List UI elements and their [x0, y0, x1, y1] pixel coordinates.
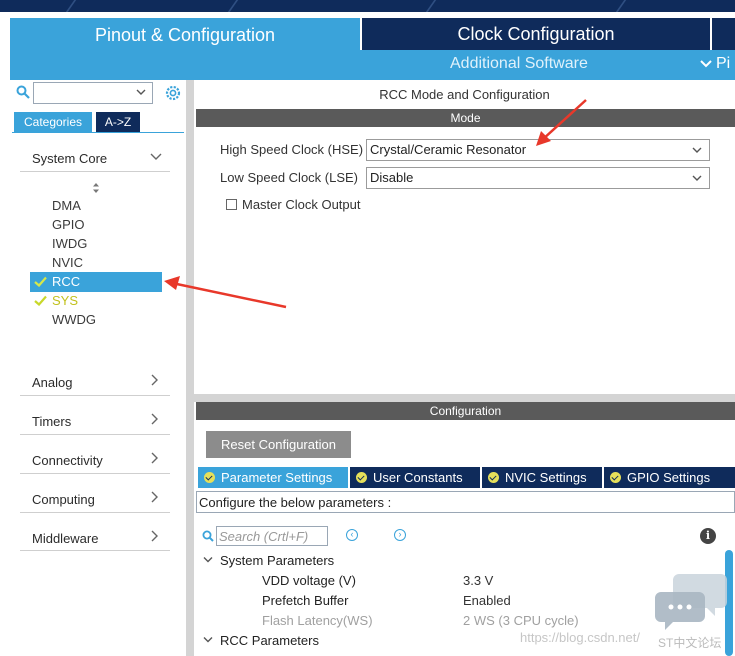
param-name: Prefetch Buffer — [262, 593, 349, 608]
check-circle-icon — [204, 472, 215, 483]
pinout-menu-label: Pi — [716, 55, 731, 72]
divider — [20, 473, 170, 474]
mode-header: Mode — [196, 109, 735, 127]
chevron-right-icon[interactable] — [150, 374, 160, 386]
gear-icon[interactable] — [164, 84, 182, 105]
reset-configuration-button[interactable]: Reset Configuration — [206, 431, 351, 458]
lse-label: Low Speed Clock (LSE) — [220, 170, 359, 185]
group-system-parameters[interactable]: System Parameters — [220, 553, 334, 568]
next-match-icon[interactable]: › — [394, 529, 406, 541]
chevron-down-icon[interactable] — [150, 152, 162, 162]
param-value[interactable]: Enabled — [463, 593, 511, 608]
chevron-down-icon — [700, 60, 712, 68]
tab-more[interactable] — [712, 18, 735, 50]
category-middleware[interactable]: Middleware — [32, 531, 98, 546]
divider — [20, 171, 170, 172]
category-computing[interactable]: Computing — [32, 492, 95, 507]
forum-logo-text: ST中文论坛 — [658, 636, 722, 650]
tab-parameter-settings[interactable]: Parameter Settings — [198, 467, 348, 488]
tab-nvic-settings[interactable]: NVIC Settings — [482, 467, 602, 488]
annotation-arrow-icon — [536, 99, 587, 146]
divider — [20, 512, 170, 513]
tab-label: NVIC Settings — [505, 470, 587, 485]
check-circle-icon — [610, 472, 621, 483]
lse-select-value: Disable — [370, 170, 414, 185]
list-item-wwdg[interactable]: WWDG — [52, 312, 96, 327]
search-combo[interactable] — [33, 82, 153, 104]
info-icon[interactable]: i — [700, 528, 716, 544]
list-item-dma[interactable]: DMA — [52, 198, 81, 213]
param-name: Flash Latency(WS) — [262, 613, 373, 628]
tab-categories[interactable]: Categories — [14, 112, 92, 132]
tab-gpio-settings[interactable]: GPIO Settings — [604, 467, 735, 488]
master-clock-output-label: Master Clock Output — [242, 197, 361, 212]
check-icon — [34, 295, 47, 306]
chevron-right-icon[interactable] — [150, 452, 160, 464]
tab-label: User Constants — [373, 470, 463, 485]
check-icon — [34, 276, 47, 287]
mode-panel-title: RCC Mode and Configuration — [379, 87, 550, 102]
list-item-sys[interactable]: SYS — [52, 293, 78, 308]
watermark-url: https://blog.csdn.net/ — [520, 630, 640, 645]
horizontal-splitter[interactable] — [194, 394, 735, 402]
tab-label: Parameter Settings — [221, 470, 333, 485]
list-item-gpio[interactable]: GPIO — [52, 217, 85, 232]
vertical-splitter[interactable] — [186, 80, 194, 656]
chat-bubble-icon — [655, 572, 727, 635]
chevron-right-icon[interactable] — [150, 413, 160, 425]
chevron-right-icon[interactable] — [150, 491, 160, 503]
check-circle-icon — [488, 472, 499, 483]
tab-pinout-configuration[interactable]: Pinout & Configuration — [10, 18, 360, 52]
divider — [20, 395, 170, 396]
divider — [12, 132, 184, 133]
additional-software-link[interactable]: Additional Software — [450, 55, 588, 73]
chevron-down-icon[interactable] — [203, 556, 213, 564]
list-item-rcc-selected[interactable] — [30, 272, 162, 292]
param-value: 2 WS (3 CPU cycle) — [463, 613, 579, 628]
master-clock-output-checkbox[interactable] — [226, 199, 237, 210]
sub-navigation-bar — [10, 50, 735, 80]
previous-match-icon[interactable]: ‹ — [346, 529, 358, 541]
divider — [20, 550, 170, 551]
search-icon — [202, 530, 214, 545]
chevron-down-icon — [136, 89, 146, 95]
tab-clock-configuration[interactable]: Clock Configuration — [362, 18, 710, 50]
category-system-core[interactable]: System Core — [32, 151, 107, 166]
param-value[interactable]: 3.3 V — [463, 573, 493, 588]
configuration-header: Configuration — [196, 402, 735, 420]
annotation-arrow-icon — [164, 276, 287, 309]
chevron-down-icon — [692, 175, 702, 181]
hse-select-value: Crystal/Ceramic Resonator — [370, 142, 527, 157]
category-connectivity[interactable]: Connectivity — [32, 453, 103, 468]
chevron-down-icon — [692, 147, 702, 153]
tab-label: GPIO Settings — [627, 470, 711, 485]
search-icon[interactable] — [16, 85, 30, 102]
configure-instructions: Configure the below parameters : — [196, 491, 735, 513]
left-sidebar — [10, 80, 187, 656]
chevron-down-icon[interactable] — [203, 636, 213, 644]
group-rcc-parameters[interactable]: RCC Parameters — [220, 633, 319, 648]
check-circle-icon — [356, 472, 367, 483]
chevron-right-icon[interactable] — [150, 530, 160, 542]
list-item-iwdg[interactable]: IWDG — [52, 236, 87, 251]
sort-icon[interactable] — [91, 182, 101, 194]
category-timers[interactable]: Timers — [32, 414, 71, 429]
divider — [20, 434, 170, 435]
list-item-nvic[interactable]: NVIC — [52, 255, 83, 270]
tab-a-z[interactable]: A->Z — [96, 112, 140, 132]
list-item-rcc[interactable]: RCC — [52, 274, 80, 289]
lse-select[interactable]: Disable — [366, 167, 710, 189]
category-analog[interactable]: Analog — [32, 375, 72, 390]
tab-user-constants[interactable]: User Constants — [350, 467, 480, 488]
top-banner — [0, 0, 735, 12]
hse-label: High Speed Clock (HSE) — [220, 142, 364, 157]
param-name: VDD voltage (V) — [262, 573, 356, 588]
pinout-menu[interactable]: Pi — [700, 55, 730, 73]
parameter-search-input[interactable]: Search (Crtl+F) — [216, 526, 328, 546]
